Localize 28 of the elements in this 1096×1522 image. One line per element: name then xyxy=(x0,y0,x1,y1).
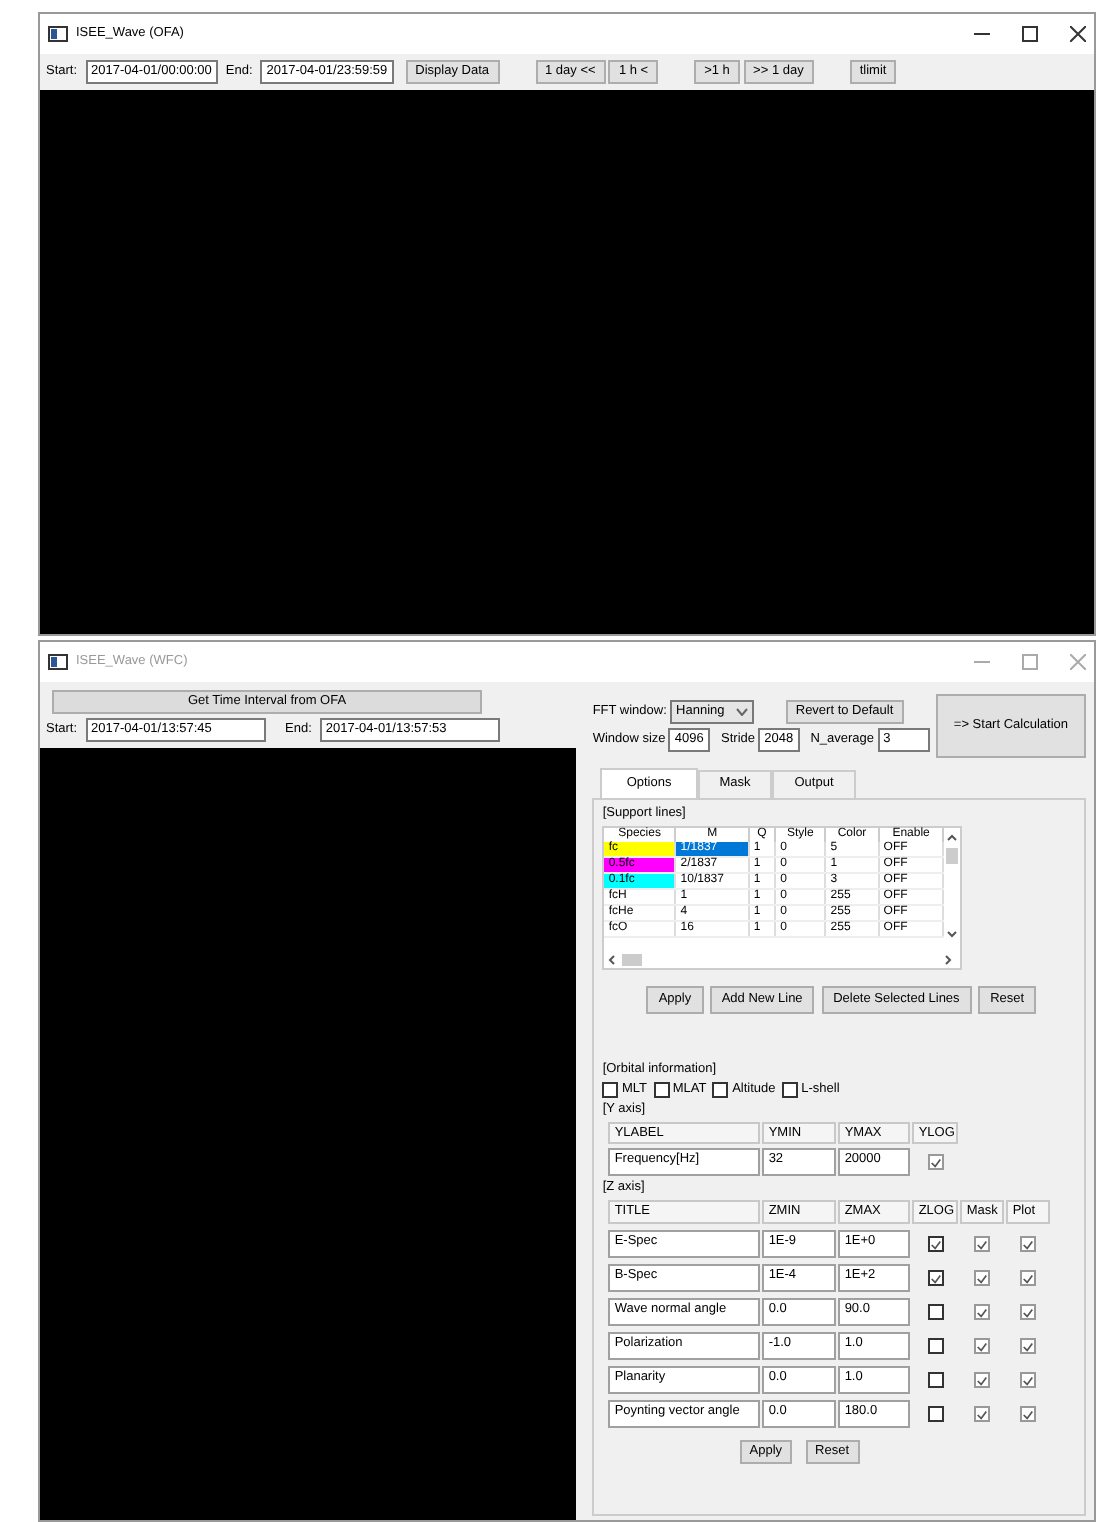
checkbox[interactable] xyxy=(974,1236,991,1253)
checkbox[interactable] xyxy=(974,1270,991,1287)
checkbox[interactable] xyxy=(1020,1304,1037,1321)
checkbox[interactable] xyxy=(782,1081,799,1098)
caret-icon xyxy=(736,707,749,716)
maximize-icon[interactable] xyxy=(1022,26,1038,42)
checkbox[interactable] xyxy=(974,1338,991,1355)
checkbox[interactable] xyxy=(602,1081,619,1098)
checkbox[interactable] xyxy=(653,1081,670,1098)
app-icon xyxy=(48,654,68,670)
checkbox[interactable] xyxy=(1020,1406,1037,1423)
checkbox[interactable] xyxy=(1020,1338,1037,1355)
checkbox[interactable] xyxy=(1020,1236,1037,1253)
checkbox[interactable] xyxy=(927,1406,944,1423)
checkbox[interactable] xyxy=(927,1236,944,1253)
checkbox[interactable] xyxy=(974,1304,991,1321)
checkbox[interactable] xyxy=(1020,1372,1037,1389)
checkbox[interactable] xyxy=(974,1372,991,1389)
checkbox[interactable] xyxy=(927,1270,944,1287)
app-icon xyxy=(48,26,68,42)
checkbox[interactable] xyxy=(927,1338,944,1355)
checkbox[interactable] xyxy=(1020,1270,1037,1287)
close-icon[interactable] xyxy=(1070,26,1086,42)
checkbox[interactable] xyxy=(927,1372,944,1389)
checkbox[interactable] xyxy=(974,1406,991,1423)
checkbox[interactable] xyxy=(927,1304,944,1321)
checkbox[interactable] xyxy=(927,1154,944,1171)
checkbox[interactable] xyxy=(712,1081,729,1098)
